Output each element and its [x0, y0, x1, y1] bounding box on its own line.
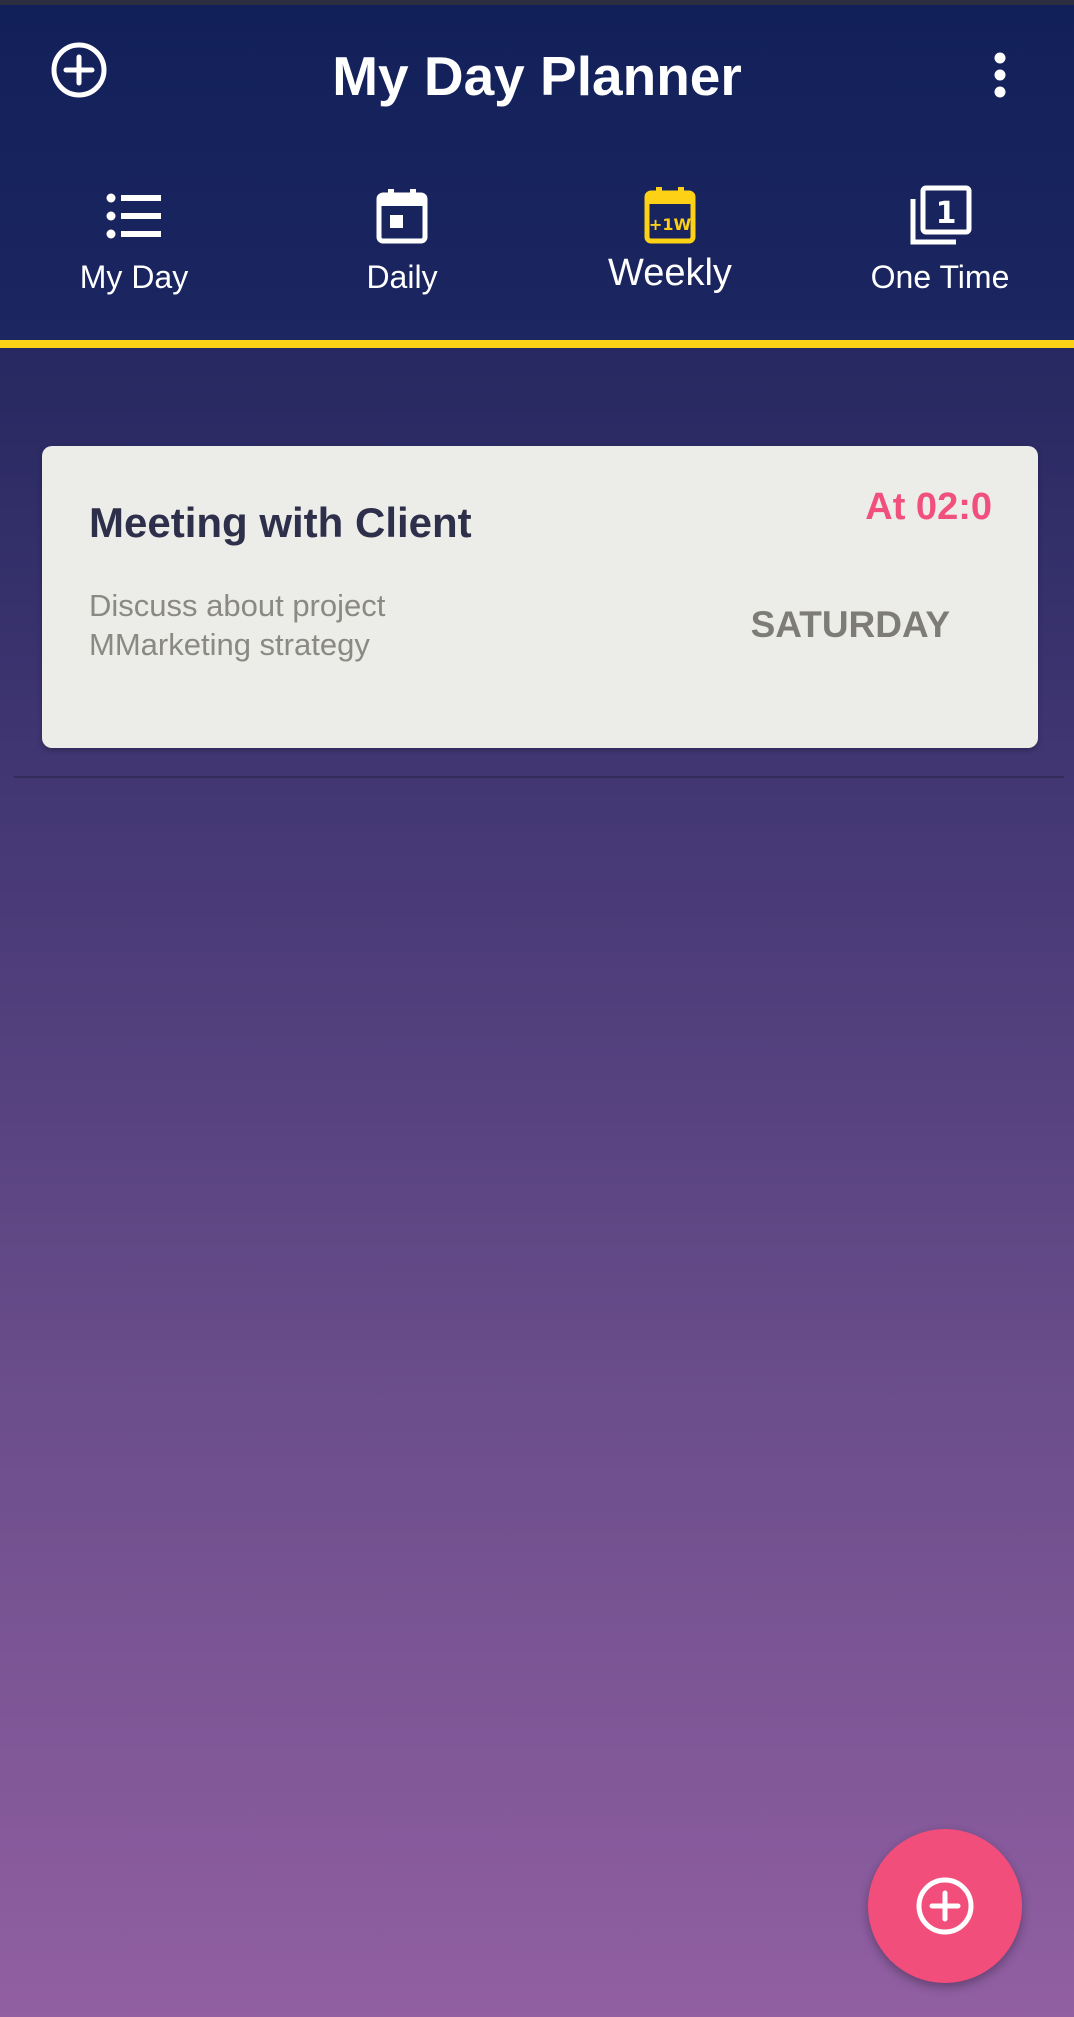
task-card[interactable]: Meeting with Client At 02:0 Discuss abou…	[42, 446, 1038, 748]
tab-bar: My Day Daily +1W Weekly 1 One Time	[0, 175, 1074, 305]
task-title: Meeting with Client	[89, 499, 472, 546]
tab-weekly[interactable]: +1W Weekly	[536, 175, 804, 305]
tab-daily[interactable]: Daily	[268, 175, 536, 305]
add-task-button[interactable]	[44, 35, 114, 105]
list-icon	[106, 193, 161, 239]
svg-text:+1W: +1W	[649, 215, 692, 234]
tab-weekly-label: Weekly	[608, 252, 732, 294]
task-time: At 02:0	[865, 486, 992, 528]
active-tab-indicator	[0, 340, 1074, 348]
calendar-day-icon	[376, 189, 428, 244]
tab-my-day[interactable]: My Day	[0, 175, 268, 305]
tab-one-time-label: One Time	[870, 259, 1010, 295]
overflow-menu-button[interactable]	[975, 40, 1025, 110]
list-divider	[14, 776, 1064, 778]
app-bar: My Day Planner My Day Daily +1W Weekly 1…	[0, 5, 1074, 340]
tab-my-day-label: My Day	[79, 259, 189, 295]
add-task-fab[interactable]	[868, 1829, 1022, 1983]
tab-one-time[interactable]: 1 One Time	[806, 175, 1074, 305]
svg-text:1: 1	[936, 196, 957, 231]
more-vertical-icon	[994, 52, 1006, 98]
task-day: SATURDAY	[750, 604, 950, 645]
task-description: Discuss about project MMarketing strateg…	[89, 588, 386, 662]
one-time-icon: 1	[910, 185, 972, 245]
tab-daily-label: Daily	[366, 259, 438, 295]
add-circle-icon	[916, 1877, 974, 1935]
calendar-week-icon: +1W	[644, 187, 696, 244]
app-title: My Day Planner	[332, 45, 742, 107]
add-circle-icon	[51, 42, 107, 98]
